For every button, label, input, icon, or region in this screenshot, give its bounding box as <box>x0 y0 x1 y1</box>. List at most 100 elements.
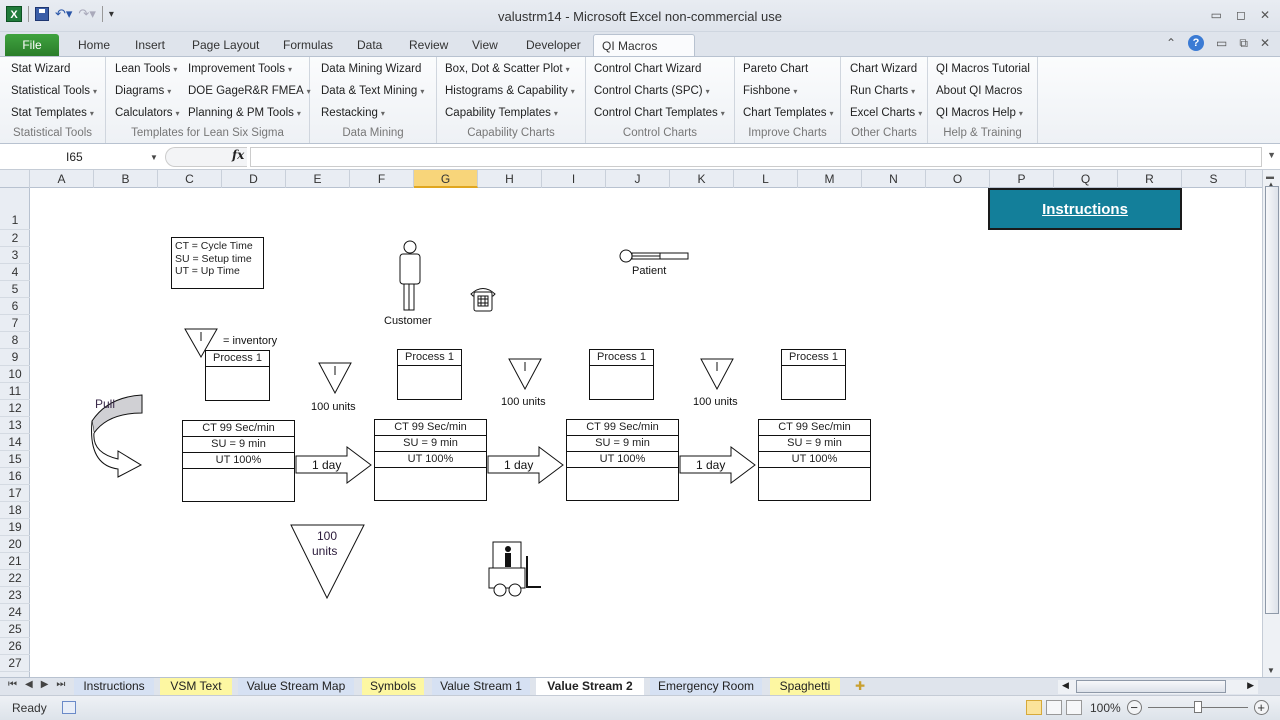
tab-view[interactable]: View <box>464 34 506 56</box>
help-icon[interactable]: ? <box>1188 35 1205 51</box>
row-header-24[interactable]: 24 <box>0 604 30 621</box>
excel-charts-menu[interactable]: Excel Charts ▾ <box>850 107 922 119</box>
column-header-b[interactable]: B <box>94 170 158 188</box>
row-header-22[interactable]: 22 <box>0 570 30 587</box>
instructions-button[interactable]: Instructions <box>988 188 1182 230</box>
last-sheet-icon[interactable]: ⏭ <box>56 679 65 690</box>
row-header-11[interactable]: 11 <box>0 383 30 400</box>
column-header-l[interactable]: L <box>734 170 798 188</box>
planning-pm-tools-menu[interactable]: Planning & PM Tools ▾ <box>188 107 301 119</box>
data-text-mining-menu[interactable]: Data & Text Mining ▾ <box>321 85 424 97</box>
zoom-level[interactable]: 100% <box>1090 701 1121 715</box>
row-header-10[interactable]: 10 <box>0 366 30 383</box>
macro-record-icon[interactable] <box>62 701 76 714</box>
worksheet-grid[interactable]: Instructions CT = Cycle Time SU = Setup … <box>30 188 1262 677</box>
row-header-3[interactable]: 3 <box>0 247 30 264</box>
column-header-i[interactable]: I <box>542 170 606 188</box>
scroll-left-icon[interactable]: ◀ <box>1062 680 1069 691</box>
row-header-6[interactable]: 6 <box>0 298 30 315</box>
control-chart-wizard-button[interactable]: Control Chart Wizard <box>594 63 701 75</box>
fishbone-menu[interactable]: Fishbone ▾ <box>743 85 797 97</box>
name-box[interactable]: I65 <box>4 147 160 167</box>
expand-formula-bar-icon[interactable]: ▼ <box>1267 150 1276 160</box>
column-header-r[interactable]: R <box>1118 170 1182 188</box>
insert-sheet-icon[interactable]: ✚ <box>848 678 872 695</box>
column-header-d[interactable]: D <box>222 170 286 188</box>
page-break-view-icon[interactable] <box>1066 700 1082 715</box>
row-header-8[interactable]: 8 <box>0 332 30 349</box>
first-sheet-icon[interactable]: ⏮ <box>8 679 17 690</box>
pareto-chart-button[interactable]: Pareto Chart <box>743 63 808 75</box>
column-header-o[interactable]: O <box>926 170 990 188</box>
run-charts-menu[interactable]: Run Charts ▾ <box>850 85 915 97</box>
control-charts-spc-menu[interactable]: Control Charts (SPC) ▾ <box>594 85 710 97</box>
chart-wizard-button[interactable]: Chart Wizard <box>850 63 917 75</box>
restacking-menu[interactable]: Restacking ▾ <box>321 107 385 119</box>
sheet-tab-value-stream-map[interactable]: Value Stream Map <box>238 678 354 695</box>
stat-wizard-button[interactable]: Stat Wizard <box>11 63 70 75</box>
calculators-menu[interactable]: Calculators ▾ <box>115 107 180 119</box>
column-header-m[interactable]: M <box>798 170 862 188</box>
vertical-scrollbar[interactable]: ▬ ▲ ▼ <box>1262 170 1280 677</box>
sheet-tab-emergency-room[interactable]: Emergency Room <box>650 678 762 695</box>
zoom-slider[interactable] <box>1147 701 1248 713</box>
select-all-corner[interactable] <box>0 170 30 188</box>
scroll-right-icon[interactable]: ▶ <box>1247 680 1254 691</box>
row-header-17[interactable]: 17 <box>0 485 30 502</box>
tab-home[interactable]: Home <box>70 34 118 56</box>
sheet-tab-vsm-text[interactable]: VSM Text <box>160 678 232 695</box>
tab-developer[interactable]: Developer <box>518 34 589 56</box>
row-header-7[interactable]: 7 <box>0 315 30 332</box>
stat-templates-menu[interactable]: Stat Templates ▾ <box>11 107 94 119</box>
row-header-25[interactable]: 25 <box>0 621 30 638</box>
row-header-12[interactable]: 12 <box>0 400 30 417</box>
column-header-k[interactable]: K <box>670 170 734 188</box>
tab-review[interactable]: Review <box>401 34 456 56</box>
row-header-5[interactable]: 5 <box>0 281 30 298</box>
workbook-minimize-icon[interactable]: ▭ <box>1216 36 1227 50</box>
about-qi-macros-button[interactable]: About QI Macros <box>936 85 1022 97</box>
row-header-19[interactable]: 19 <box>0 519 30 536</box>
row-header-23[interactable]: 23 <box>0 587 30 604</box>
row-header-18[interactable]: 18 <box>0 502 30 519</box>
row-header-27[interactable]: 27 <box>0 655 30 672</box>
column-header-n[interactable]: N <box>862 170 926 188</box>
row-header-26[interactable]: 26 <box>0 638 30 655</box>
column-header-e[interactable]: E <box>286 170 350 188</box>
prev-sheet-icon[interactable]: ◀ <box>25 679 33 690</box>
diagrams-menu[interactable]: Diagrams ▾ <box>115 85 171 97</box>
page-layout-view-icon[interactable] <box>1046 700 1062 715</box>
tab-data[interactable]: Data <box>349 34 390 56</box>
qi-macros-tutorial-button[interactable]: QI Macros Tutorial <box>936 63 1030 75</box>
next-sheet-icon[interactable]: ▶ <box>41 679 49 690</box>
scroll-down-icon[interactable]: ▼ <box>1267 666 1275 675</box>
doe-gagerr-fmea-menu[interactable]: DOE GageR&R FMEA ▾ <box>188 85 311 97</box>
sheet-tab-value-stream-1[interactable]: Value Stream 1 <box>432 678 530 695</box>
row-header-9[interactable]: 9 <box>0 349 30 366</box>
insert-function-icon[interactable]: fx <box>232 148 244 162</box>
collapse-ribbon-icon[interactable]: ⌃ <box>1166 36 1176 50</box>
tab-qi-macros[interactable]: QI Macros 2018 <box>593 34 695 75</box>
data-mining-wizard-button[interactable]: Data Mining Wizard <box>321 63 421 75</box>
column-header-h[interactable]: H <box>478 170 542 188</box>
row-header-13[interactable]: 13 <box>0 417 30 434</box>
column-header-a[interactable]: A <box>30 170 94 188</box>
row-header-4[interactable]: 4 <box>0 264 30 281</box>
row-header-14[interactable]: 14 <box>0 434 30 451</box>
tab-page-layout[interactable]: Page Layout <box>184 34 267 56</box>
row-header-1[interactable]: 1 <box>0 188 30 230</box>
column-header-p[interactable]: P <box>990 170 1054 188</box>
formula-input[interactable] <box>250 147 1262 167</box>
lean-tools-menu[interactable]: Lean Tools ▾ <box>115 63 177 75</box>
histograms-capability-menu[interactable]: Histograms & Capability ▾ <box>445 85 575 97</box>
minimize-icon[interactable]: ▭ <box>1211 8 1222 22</box>
normal-view-icon[interactable] <box>1026 700 1042 715</box>
control-chart-templates-menu[interactable]: Control Chart Templates ▾ <box>594 107 725 119</box>
qi-macros-help-menu[interactable]: QI Macros Help ▾ <box>936 107 1023 119</box>
horizontal-scrollbar[interactable]: ◀ ▶ <box>1058 680 1258 694</box>
zoom-in-icon[interactable]: + <box>1253 700 1269 715</box>
maximize-icon[interactable]: ◻ <box>1236 8 1246 22</box>
name-box-dropdown-icon[interactable]: ▼ <box>150 153 158 162</box>
sheet-tab-instructions[interactable]: Instructions <box>74 678 154 695</box>
column-header-g[interactable]: G <box>414 170 478 188</box>
